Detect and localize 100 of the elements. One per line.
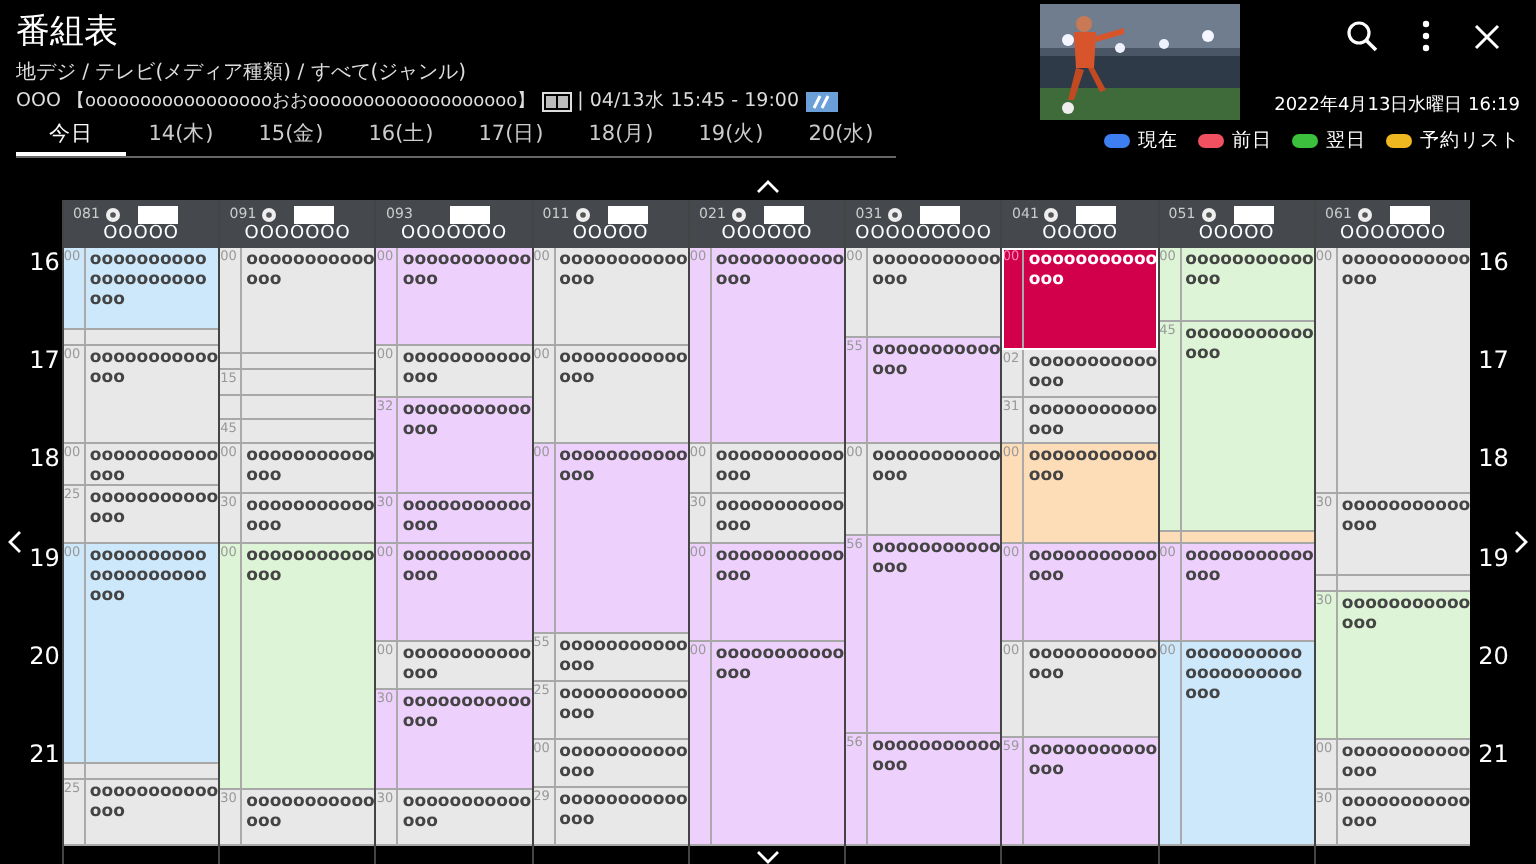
channel-logo (1076, 205, 1117, 223)
program-title: ooooooooooo ooo (244, 789, 375, 836)
program-title: ooooooooooo ooo (1026, 444, 1158, 491)
channel-name: OOOOOOO (1339, 223, 1447, 243)
broadcast-icon (805, 92, 838, 112)
hour-label: 18 (29, 444, 60, 473)
program-title: ooooooooooo ooo (87, 485, 219, 532)
hour-label: 17 (1478, 346, 1509, 375)
program-cell[interactable] (1315, 576, 1471, 593)
hour-label: 20 (1478, 641, 1509, 670)
program-time: | 04/13水 15:45 - 19:00 (577, 88, 800, 116)
program-title: ooooooooooo ooo (713, 444, 845, 491)
program-title: ooooooooooo ooo (557, 444, 688, 491)
channel-badge-icon (731, 207, 746, 221)
channel-name: OOOOO (1198, 223, 1275, 243)
hour-label: 21 (1478, 739, 1509, 768)
program-title: ooooooooooo ooo (1026, 738, 1158, 785)
channel-logo (294, 205, 335, 223)
program-title: ooooooooooo ooo (400, 690, 532, 737)
date-tab[interactable]: 18(月) (566, 120, 676, 156)
program-title: ooooooooooo ooo (1339, 494, 1471, 540)
program-title: ooooooooooo ooo (400, 641, 532, 688)
color-key-label: 現在 (1138, 128, 1178, 154)
program-title: ooooooooooo ooo (1339, 739, 1471, 786)
program-title: ooooooooooo ooo (1183, 543, 1314, 590)
program-title: ooooooooooo ooo (1183, 321, 1314, 368)
breadcrumb: 地デジ / テレビ(メディア種類) / すべて(ジャンル) (16, 59, 469, 88)
date-tab[interactable]: 14(木) (126, 120, 236, 156)
channel-name: OOOOOOOOO (855, 223, 992, 243)
date-tab[interactable]: 17(日) (456, 120, 566, 156)
channel-badge-icon (105, 207, 120, 221)
channel-logo (607, 205, 648, 223)
program-title: ooooooooooo ooo (557, 682, 688, 729)
caption-icon (541, 92, 572, 112)
date-tab[interactable]: 今日 (16, 120, 126, 156)
channel-name: OOOOO (1042, 223, 1118, 243)
program-title: ooooooooooo ooo (870, 733, 1001, 780)
hour-label: 17 (29, 346, 60, 375)
search-icon[interactable] (1346, 20, 1378, 52)
hour-label: 19 (29, 543, 60, 572)
scroll-down-icon[interactable] (756, 850, 780, 864)
channel-logo (137, 205, 178, 223)
program-title: ooooooooooo ooo (557, 248, 688, 294)
program-title: ooooooooooo ooo (713, 493, 845, 540)
program-title: ooooooooooo ooo (713, 248, 845, 294)
channel-badge-icon (1357, 207, 1372, 221)
close-icon[interactable] (1474, 23, 1500, 49)
channel-logo (1389, 205, 1430, 223)
date-tab[interactable]: 16(土) (346, 120, 456, 156)
program-title: ooooooooooo ooo (1183, 248, 1314, 294)
channel-badge-icon (1201, 207, 1216, 221)
program-title: ooooooooooo ooo (870, 338, 1001, 385)
channel-logo (1233, 205, 1274, 223)
program-title: ooooooooooo ooo (870, 248, 1001, 294)
date-tab[interactable]: 15(金) (236, 120, 346, 156)
channel-name: OOOOOO (721, 223, 813, 243)
channel-name: OOOOO (572, 223, 649, 243)
channel-name: OOOOOOO (400, 223, 508, 243)
program-cell[interactable] (220, 354, 375, 371)
program-title: ooooooooooo ooo (400, 346, 532, 393)
program-title: ooooooooooo ooo (713, 543, 845, 590)
channel-badge-icon (1044, 207, 1059, 221)
hour-label: 16 (29, 248, 60, 276)
channel-badge-icon (575, 207, 590, 221)
program-title: oooooooooo oooooooooo ooo (1183, 641, 1305, 708)
program-title: ooooooooooo ooo (400, 789, 532, 836)
previous-icon[interactable] (8, 530, 22, 554)
program-cell[interactable] (63, 764, 219, 781)
program-title: oooooooooo oooooooooo ooo (87, 248, 209, 314)
hour-label: 20 (29, 641, 60, 670)
more-icon[interactable] (1422, 20, 1430, 52)
channel-name: OOOOO (103, 223, 179, 243)
screen-title: 番組表 (16, 10, 120, 54)
next-icon[interactable] (1514, 530, 1528, 554)
program-cell[interactable] (220, 395, 375, 421)
channel-logo (920, 205, 961, 223)
current-datetime: 2022年4月13日水曜日 16:19 (1274, 94, 1520, 118)
program-title: ooooooooooo ooo (557, 633, 688, 680)
color-key-label: 翌日 (1326, 128, 1366, 154)
program-title: ooooooooooo ooo (1026, 397, 1158, 443)
scroll-up-icon[interactable] (756, 179, 780, 193)
channel-logo (450, 205, 491, 223)
color-key-label: 前日 (1232, 128, 1272, 154)
program-title: ooooooooooo ooo (244, 248, 375, 294)
program-title: ooooooooooo ooo (557, 739, 688, 786)
date-tab[interactable]: 20(水) (786, 120, 896, 156)
program-title: ooooooooooo ooo (1339, 789, 1471, 836)
program-title: ooooooooooo ooo (244, 493, 375, 540)
program-title: oooooooooo oooooooooo ooo (87, 543, 209, 610)
hour-label: 21 (29, 739, 60, 768)
hour-label: 18 (1478, 444, 1509, 473)
program-title: ooooooooooo ooo (244, 444, 375, 491)
program-title: ooooooooooo ooo (400, 248, 532, 294)
program-title: ooooooooooo ooo (713, 641, 845, 688)
program-title: ooooooooooo ooo (400, 543, 532, 590)
program-title: ooooooooooo ooo (1026, 543, 1158, 590)
program-cell[interactable] (63, 330, 219, 347)
program-name: 【oooooooooooooooooおおooooooooooooooooooo】 (66, 89, 536, 116)
date-tab[interactable]: 19(火) (676, 120, 786, 156)
program-title: ooooooooooo ooo (1026, 248, 1158, 294)
